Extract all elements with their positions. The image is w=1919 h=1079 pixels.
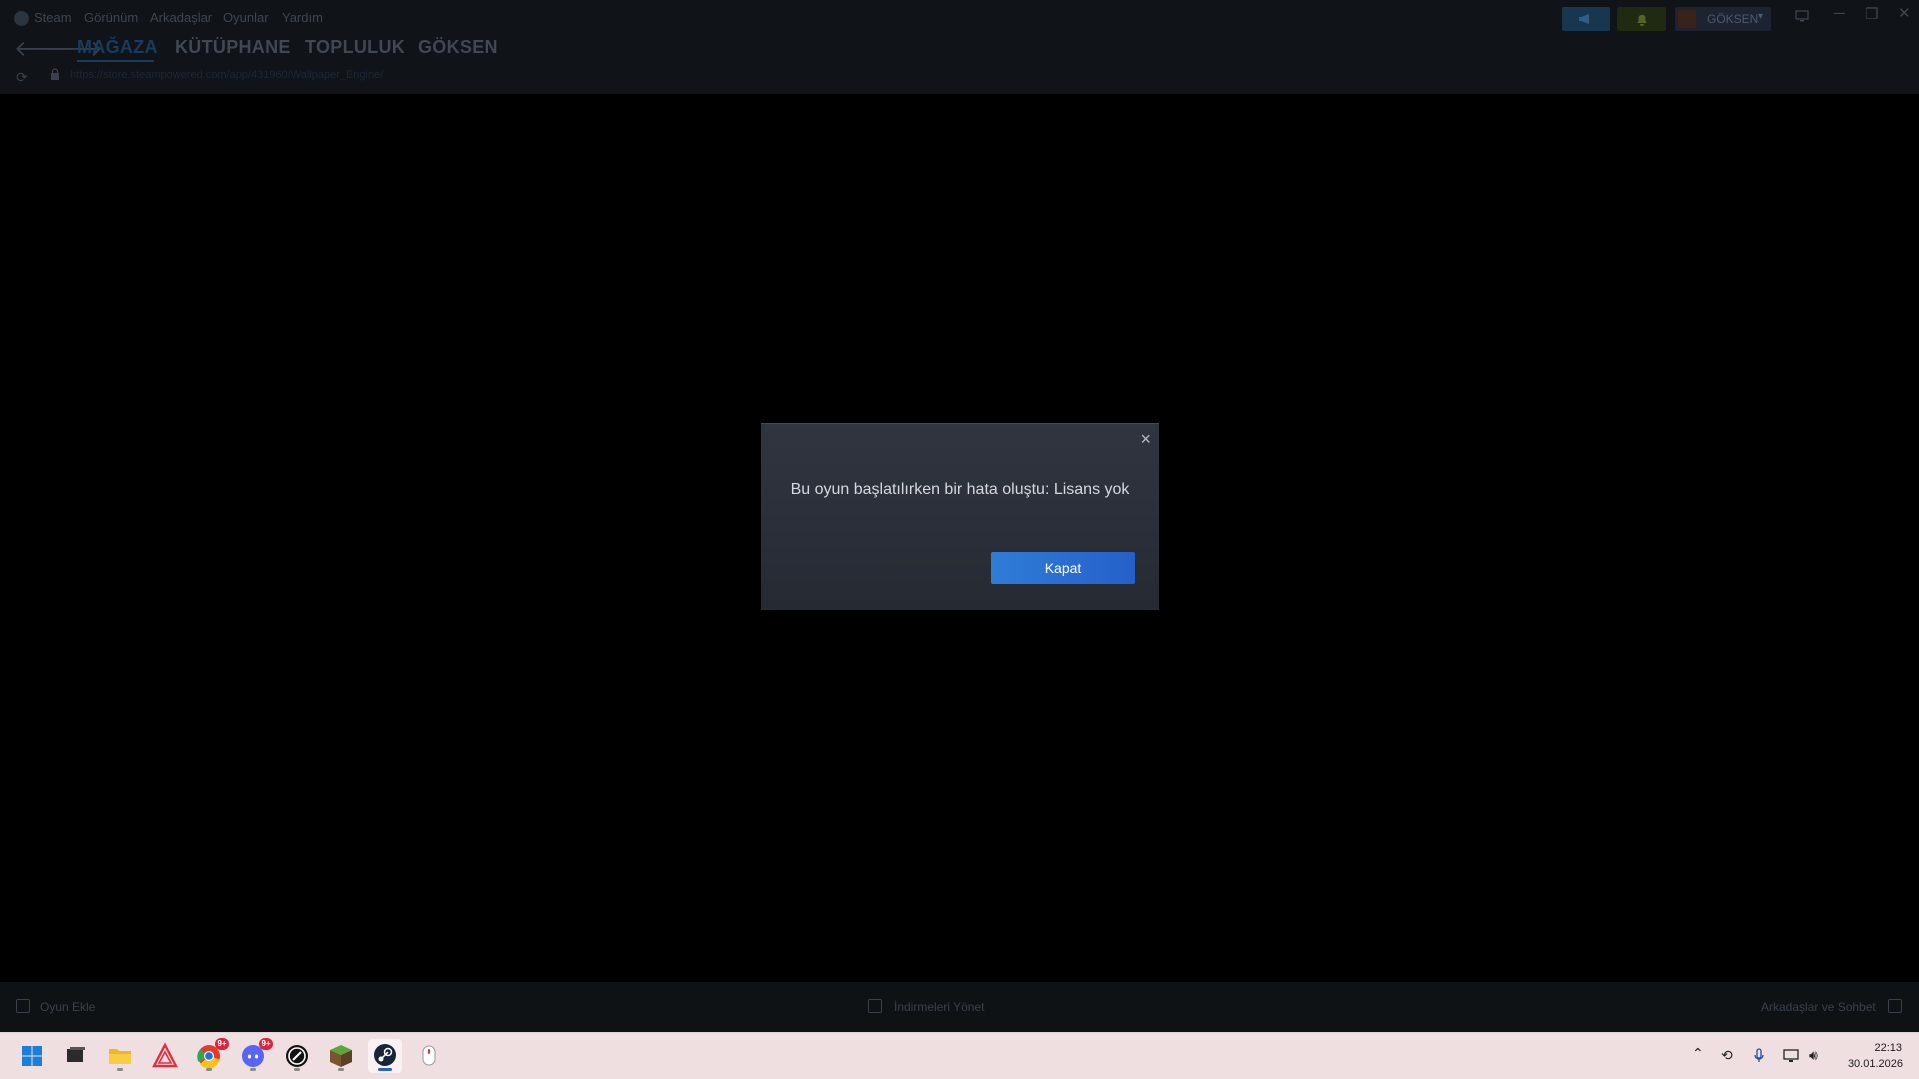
menu-view[interactable]: Görünüm bbox=[84, 10, 138, 25]
clock-date[interactable]: 30.01.2026 bbox=[1843, 1058, 1903, 1070]
task-view-icon[interactable] bbox=[59, 1039, 93, 1073]
notifications-button[interactable] bbox=[1617, 7, 1666, 31]
download-icon[interactable] bbox=[868, 999, 882, 1013]
discord-badge: 9+ bbox=[259, 1038, 273, 1050]
close-button[interactable]: Kapat bbox=[991, 552, 1135, 584]
affinity-icon[interactable] bbox=[148, 1039, 182, 1073]
error-message: Bu oyun başlatılırken bir hata oluştu: L… bbox=[790, 481, 1130, 498]
navigation-bar: 🡐 🡒 MAĞAZA KÜTÜPHANE TOPLULUK GÖKSEN ⟳ h… bbox=[0, 36, 1919, 94]
chevron-up-icon[interactable]: ⌃ bbox=[1692, 1045, 1704, 1062]
restore-icon[interactable]: ❐ bbox=[1865, 5, 1878, 23]
url-bar[interactable]: https://store.steampowered.com/app/43196… bbox=[70, 69, 383, 81]
steam-icon[interactable] bbox=[368, 1039, 402, 1073]
error-dialog: × Bu oyun başlatılırken bir hata oluştu:… bbox=[761, 423, 1159, 610]
volume-icon[interactable]: 🔊︎ bbox=[1809, 1047, 1818, 1064]
reload-icon[interactable]: ⟳ bbox=[16, 69, 28, 86]
active-tab-underline bbox=[77, 60, 154, 62]
menu-help[interactable]: Yardım bbox=[282, 10, 323, 25]
clock-time[interactable]: 22:13 bbox=[1862, 1042, 1902, 1054]
chrome-badge: 9+ bbox=[215, 1038, 229, 1050]
sync-icon[interactable]: ⟲ bbox=[1721, 1047, 1733, 1064]
minimize-icon[interactable]: ─ bbox=[1834, 5, 1845, 22]
windows-taskbar: 9+ 9+ ⌃ ⟲ 🔊︎ 22:13 30.01.2026 bbox=[0, 1032, 1919, 1079]
megaphone-icon bbox=[1579, 14, 1589, 24]
avatar bbox=[1678, 10, 1696, 28]
obs-icon[interactable] bbox=[280, 1039, 314, 1073]
big-picture-icon[interactable] bbox=[1795, 9, 1809, 26]
chevron-down-icon: ▾ bbox=[1758, 11, 1764, 22]
lock-icon bbox=[51, 68, 59, 80]
chrome-icon[interactable]: 9+ bbox=[192, 1038, 229, 1073]
windows-start-icon[interactable] bbox=[15, 1039, 49, 1073]
tab-library[interactable]: KÜTÜPHANE bbox=[175, 37, 291, 58]
chat-icon[interactable] bbox=[1888, 999, 1902, 1013]
close-icon[interactable]: × bbox=[1140, 430, 1151, 448]
menu-games[interactable]: Oyunlar bbox=[223, 10, 269, 25]
menu-friends[interactable]: Arkadaşlar bbox=[150, 10, 212, 25]
friends-chat-button[interactable]: Arkadaşlar ve Sohbet bbox=[1761, 1000, 1876, 1014]
user-menu-button[interactable]: GÖKSEN ▾ bbox=[1675, 7, 1771, 31]
title-bar: Steam Görünüm Arkadaşlar Oyunlar Yardım … bbox=[0, 0, 1919, 36]
menu-steam[interactable]: Steam bbox=[34, 10, 72, 25]
add-game-button[interactable]: Oyun Ekle bbox=[40, 1000, 95, 1014]
mouse-app-icon[interactable] bbox=[412, 1039, 446, 1073]
network-icon[interactable] bbox=[1783, 1048, 1801, 1064]
minecraft-icon[interactable] bbox=[324, 1039, 358, 1073]
bell-icon bbox=[1637, 14, 1647, 26]
announcements-button[interactable] bbox=[1562, 7, 1610, 31]
user-name: GÖKSEN bbox=[1707, 12, 1759, 26]
tab-profile[interactable]: GÖKSEN bbox=[418, 37, 498, 58]
plus-icon[interactable] bbox=[16, 999, 30, 1013]
file-explorer-icon[interactable] bbox=[103, 1039, 137, 1073]
bottom-bar: Oyun Ekle İndirmeleri Yönet Arkadaşlar v… bbox=[0, 982, 1919, 1032]
steam-window: Steam Görünüm Arkadaşlar Oyunlar Yardım … bbox=[0, 0, 1919, 1032]
microphone-icon[interactable] bbox=[1753, 1048, 1765, 1064]
manage-downloads-button[interactable]: İndirmeleri Yönet bbox=[894, 1000, 985, 1014]
close-window-icon[interactable]: ✕ bbox=[1898, 4, 1911, 22]
tab-store[interactable]: MAĞAZA bbox=[77, 37, 158, 58]
tab-community[interactable]: TOPLULUK bbox=[305, 37, 405, 58]
steam-logo-icon[interactable] bbox=[14, 11, 29, 26]
discord-icon[interactable]: 9+ bbox=[236, 1038, 273, 1073]
